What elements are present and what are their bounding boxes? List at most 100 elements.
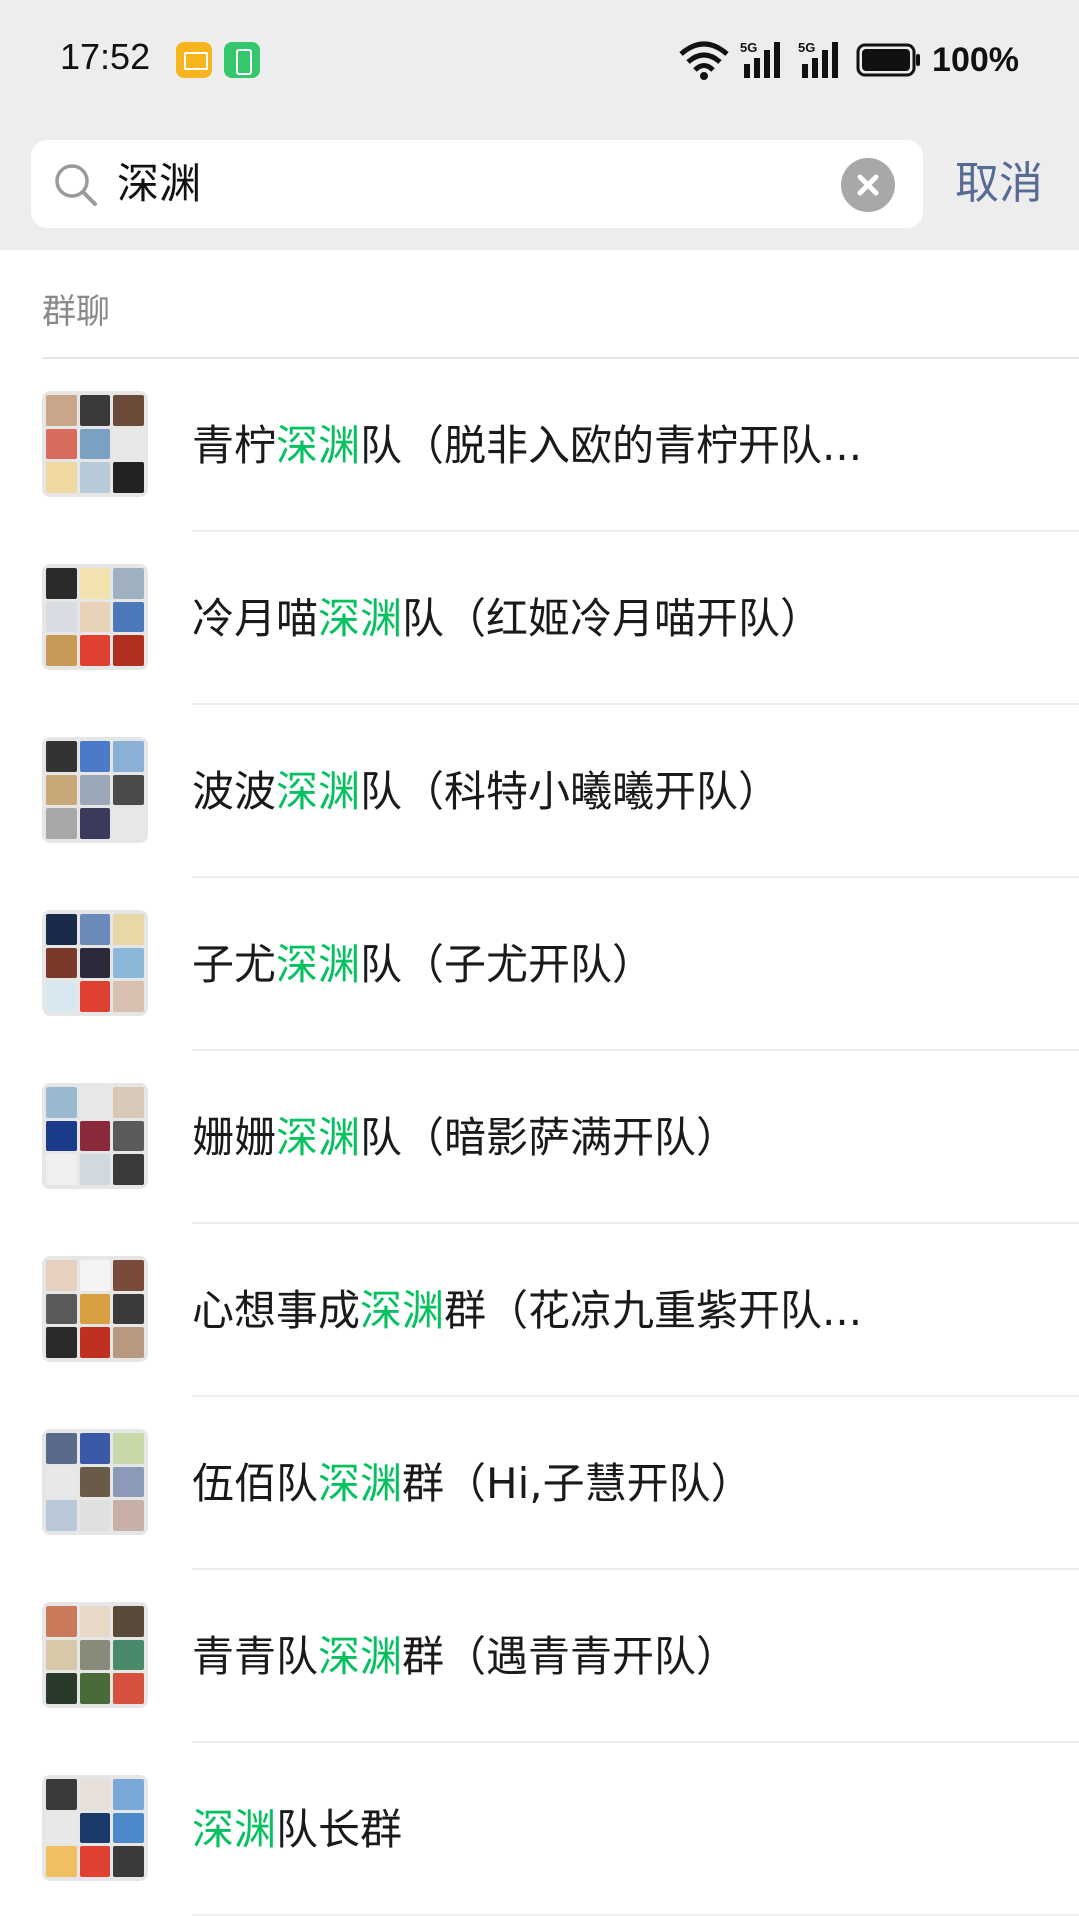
list-item[interactable]: 心想事成深渊群（花凉九重紫开队... xyxy=(0,1224,1079,1397)
avatar-tile xyxy=(113,808,144,839)
avatar-tile xyxy=(79,1466,111,1498)
list-item[interactable]: 波波深渊队（科特小曦曦开队） xyxy=(0,705,1079,878)
5g-signal-icon: 5G xyxy=(798,40,839,78)
avatar-tile xyxy=(79,1433,111,1464)
avatar-tile xyxy=(79,1327,111,1358)
match-highlight: 深渊 xyxy=(276,940,361,989)
status-bar: 17:52 5G 5G 100% xyxy=(0,0,1079,120)
search-input[interactable] xyxy=(117,150,837,218)
avatar-tile xyxy=(79,981,111,1012)
match-highlight: 深渊 xyxy=(360,1286,445,1335)
avatar-tile xyxy=(113,1779,144,1810)
list-item[interactable]: 青青队深渊群（遇青青开队） xyxy=(0,1570,1079,1743)
avatar-tile xyxy=(46,1120,77,1152)
avatar-tile xyxy=(113,462,144,493)
group-name: 伍佰队深渊群（Hi,子慧开队） xyxy=(192,1449,1052,1519)
group-name: 青柠深渊队（脱非入欧的青柠开队... xyxy=(192,411,1052,481)
avatar-tile xyxy=(113,1120,144,1152)
section-header-group-chats: 群聊 xyxy=(42,292,110,332)
avatar-tile xyxy=(113,1327,144,1358)
match-highlight: 深渊 xyxy=(318,594,403,643)
avatar-tile xyxy=(46,774,77,806)
cancel-button[interactable]: 取消 xyxy=(955,154,1043,214)
group-avatar xyxy=(42,1429,148,1535)
result-list: 青柠深渊队（脱非入欧的青柠开队... 冷月喵深渊队（红姬冷月喵开队） 波波深渊队（科… xyxy=(0,359,1079,1916)
system-icons: 5G 5G 100% xyxy=(678,38,1019,82)
avatar-tile xyxy=(113,1639,144,1671)
battery-icon xyxy=(856,43,921,77)
group-avatar xyxy=(42,737,148,843)
list-item[interactable]: 子尤深渊队（子尤开队） xyxy=(0,878,1079,1051)
avatar-tile xyxy=(79,1293,111,1325)
group-avatar xyxy=(42,1083,148,1189)
group-name-suffix: 队（红姬冷月喵开队） xyxy=(402,594,823,643)
avatar-tile xyxy=(46,635,77,666)
avatar-tile xyxy=(46,1260,77,1291)
network-label: 5G xyxy=(798,40,815,55)
avatar-tile xyxy=(113,568,144,599)
list-item[interactable]: 伍佰队深渊群（Hi,子慧开队） xyxy=(0,1397,1079,1570)
avatar-tile xyxy=(46,568,77,599)
group-name-prefix: 心想事成 xyxy=(192,1286,361,1335)
avatar-tile xyxy=(46,981,77,1012)
group-name: 深渊队长群 xyxy=(192,1795,1052,1865)
list-item[interactable]: 冷月喵深渊队（红姬冷月喵开队） xyxy=(0,532,1079,705)
group-name-suffix: 队（脱非入欧的青柠开队... xyxy=(360,421,863,470)
avatar-tile xyxy=(46,395,77,426)
avatar-tile xyxy=(113,1466,144,1498)
status-time: 17:52 xyxy=(60,36,151,77)
match-highlight: 深渊 xyxy=(276,421,361,470)
avatar-tile xyxy=(79,1154,111,1185)
avatar-tile xyxy=(46,1327,77,1358)
list-item[interactable]: 青柠深渊队（脱非入欧的青柠开队... xyxy=(0,359,1079,532)
battery-percent: 100% xyxy=(932,40,1019,79)
avatar-tile xyxy=(46,1673,77,1704)
group-avatar xyxy=(42,391,148,497)
group-name-prefix: 冷月喵 xyxy=(192,594,319,643)
avatar-tile xyxy=(113,1673,144,1704)
avatar-tile xyxy=(113,1433,144,1464)
avatar-tile xyxy=(46,741,77,772)
wifi-icon xyxy=(679,41,729,80)
avatar-tile xyxy=(79,635,111,666)
avatar-tile xyxy=(113,428,144,460)
group-name-suffix: 群（Hi,子慧开队） xyxy=(402,1459,753,1508)
group-name-suffix: 队（科特小曦曦开队） xyxy=(360,767,781,816)
avatar-tile xyxy=(113,1293,144,1325)
avatar-tile xyxy=(46,1500,77,1531)
avatar-tile xyxy=(79,601,111,633)
avatar-tile xyxy=(79,395,111,426)
list-item[interactable]: 深渊队长群 xyxy=(0,1743,1079,1916)
list-item[interactable]: 姗姗深渊队（暗影萨满开队） xyxy=(0,1051,1079,1224)
avatar-tile xyxy=(79,1087,111,1118)
group-avatar xyxy=(42,1256,148,1362)
avatar-tile xyxy=(79,568,111,599)
avatar-tile xyxy=(113,774,144,806)
group-name-prefix: 青柠 xyxy=(192,421,277,470)
avatar-tile xyxy=(113,1154,144,1185)
avatar-tile xyxy=(113,1812,144,1844)
avatar-tile xyxy=(113,1846,144,1877)
avatar-tile xyxy=(79,914,111,945)
clear-button[interactable] xyxy=(841,158,895,212)
avatar-tile xyxy=(46,1639,77,1671)
avatar-tile xyxy=(46,428,77,460)
mail-icon xyxy=(176,42,212,78)
avatar-tile xyxy=(113,635,144,666)
avatar-tile xyxy=(113,1500,144,1531)
avatar-tile xyxy=(46,914,77,945)
group-name: 子尤深渊队（子尤开队） xyxy=(192,930,1052,1000)
group-name-suffix: 群（花凉九重紫开队... xyxy=(444,1286,863,1335)
avatar-tile xyxy=(113,947,144,979)
group-name: 青青队深渊群（遇青青开队） xyxy=(192,1622,1052,1692)
group-name-suffix: 队（子尤开队） xyxy=(360,940,655,989)
group-name-prefix: 青青队 xyxy=(192,1632,319,1681)
group-avatar xyxy=(42,564,148,670)
avatar-tile xyxy=(46,1433,77,1464)
group-name-prefix: 姗姗 xyxy=(192,1113,277,1162)
search-box[interactable] xyxy=(31,140,923,228)
battery-saver-icon xyxy=(224,42,260,78)
avatar-tile xyxy=(79,1779,111,1810)
avatar-tile xyxy=(46,1606,77,1637)
group-name: 波波深渊队（科特小曦曦开队） xyxy=(192,757,1052,827)
